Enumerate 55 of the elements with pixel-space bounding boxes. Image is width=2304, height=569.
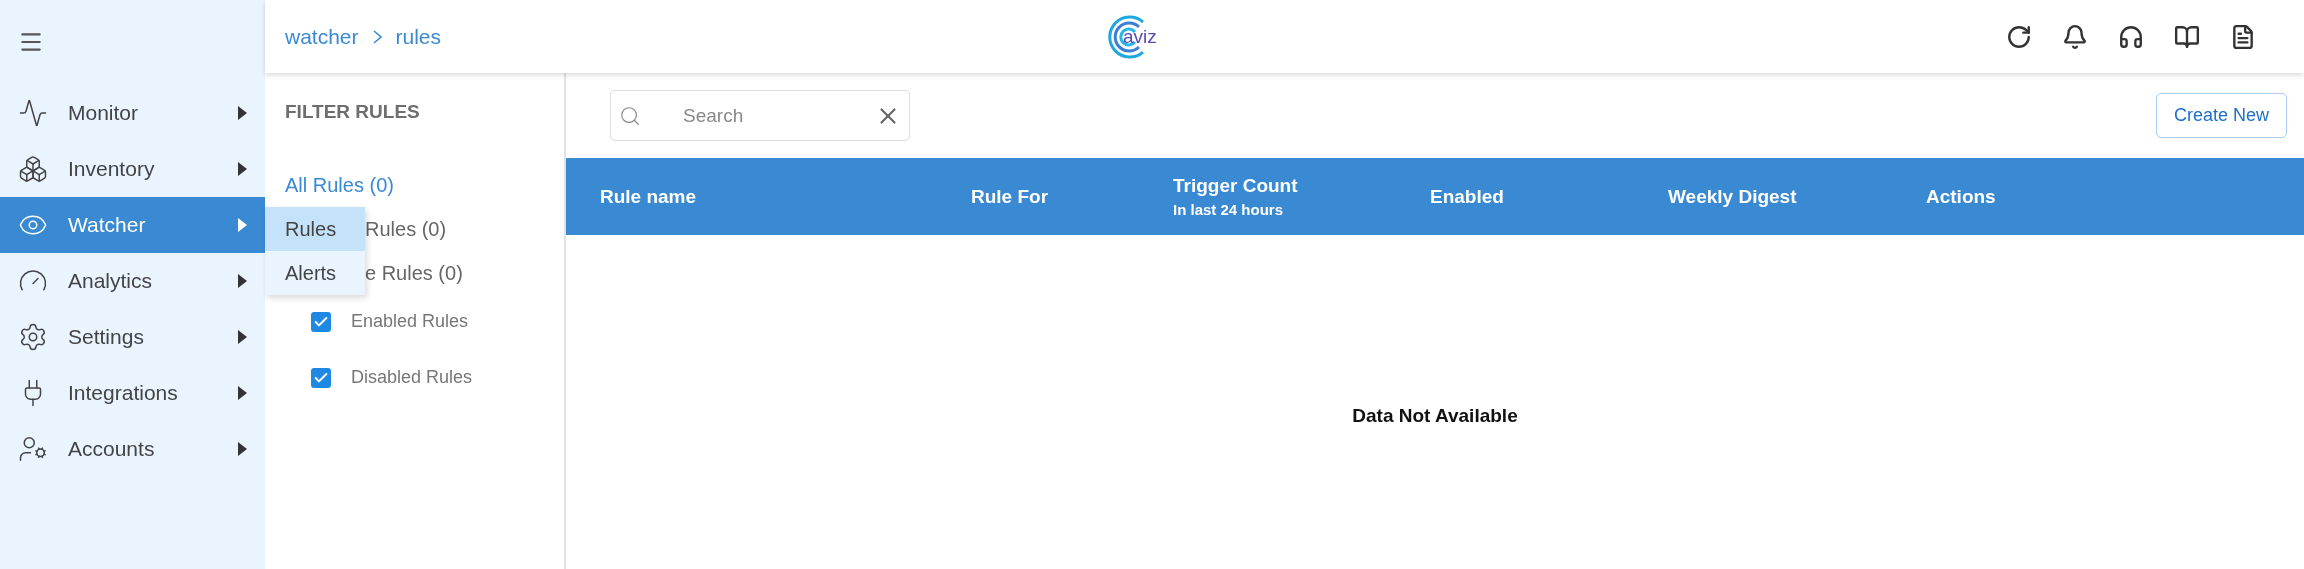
search-icon (619, 104, 641, 127)
nav-item[interactable]: Settings (0, 309, 265, 365)
caret-icon (238, 386, 247, 400)
create-new-button[interactable]: Create New (2155, 93, 2287, 138)
column-header: Actions (1926, 185, 1997, 208)
document-icon[interactable] (2230, 23, 2256, 50)
checkbox-label: Enabled Rules (351, 311, 469, 332)
nav-label: Analytics (68, 269, 154, 293)
column-subheader: In last 24 hours (1173, 201, 1285, 218)
nav-label: Monitor (68, 101, 140, 125)
breadcrumb-link[interactable]: watcher (285, 24, 359, 49)
pulse-icon (18, 98, 48, 128)
bell-icon[interactable] (2062, 23, 2088, 50)
breadcrumb-link[interactable]: rules (395, 24, 442, 49)
search-field[interactable]: Search (610, 90, 910, 141)
caret-icon (238, 106, 247, 120)
caret-icon (238, 218, 247, 232)
column-header: Enabled (1430, 185, 1505, 208)
logo: aviz (1105, 13, 1157, 60)
column-header: Rule name (600, 185, 698, 208)
nav-label: Inventory (68, 157, 156, 181)
checkbox[interactable] (311, 311, 331, 332)
caret-icon (238, 442, 247, 456)
caret-icon (238, 162, 247, 176)
nav-label: Settings (68, 325, 145, 349)
book-icon[interactable] (2174, 23, 2200, 50)
nav-label: Integrations (68, 381, 179, 405)
empty-message: Data Not Available (1352, 405, 1518, 427)
nav-item[interactable]: Analytics (0, 253, 265, 309)
refresh-icon[interactable] (2006, 23, 2032, 50)
nav-item[interactable]: Integrations (0, 365, 265, 421)
nav-label: Accounts (68, 437, 156, 461)
column-header: Trigger Count (1173, 175, 1299, 197)
chevron-icon (372, 29, 382, 44)
nav-item[interactable]: Monitor (0, 85, 265, 141)
filter-option[interactable]: e Rules (0) (365, 251, 463, 295)
submenu-item[interactable]: Rules (265, 207, 365, 251)
filter-title: FILTER RULES (285, 101, 421, 123)
filter-option[interactable]: Rules (0) (365, 207, 463, 251)
filter-option[interactable]: All Rules (0) (285, 163, 544, 207)
column-header: Weekly Digest (1668, 185, 1798, 208)
nav-item[interactable]: Inventory (0, 141, 265, 197)
checkbox[interactable] (311, 367, 331, 388)
column-header: Rule For (971, 185, 1050, 208)
gears-icon (18, 322, 48, 352)
nav-label: Watcher (68, 213, 147, 237)
nav-item[interactable]: Accounts (0, 421, 265, 477)
caret-icon (238, 330, 247, 344)
user-gear-icon (18, 434, 48, 464)
headphones-icon[interactable] (2118, 23, 2144, 50)
nav-item[interactable]: Watcher (0, 197, 265, 253)
submenu-item[interactable]: Alerts (265, 251, 365, 295)
checkbox-label: Disabled Rules (351, 367, 473, 388)
cubes-icon (18, 154, 48, 184)
caret-icon (238, 274, 247, 288)
